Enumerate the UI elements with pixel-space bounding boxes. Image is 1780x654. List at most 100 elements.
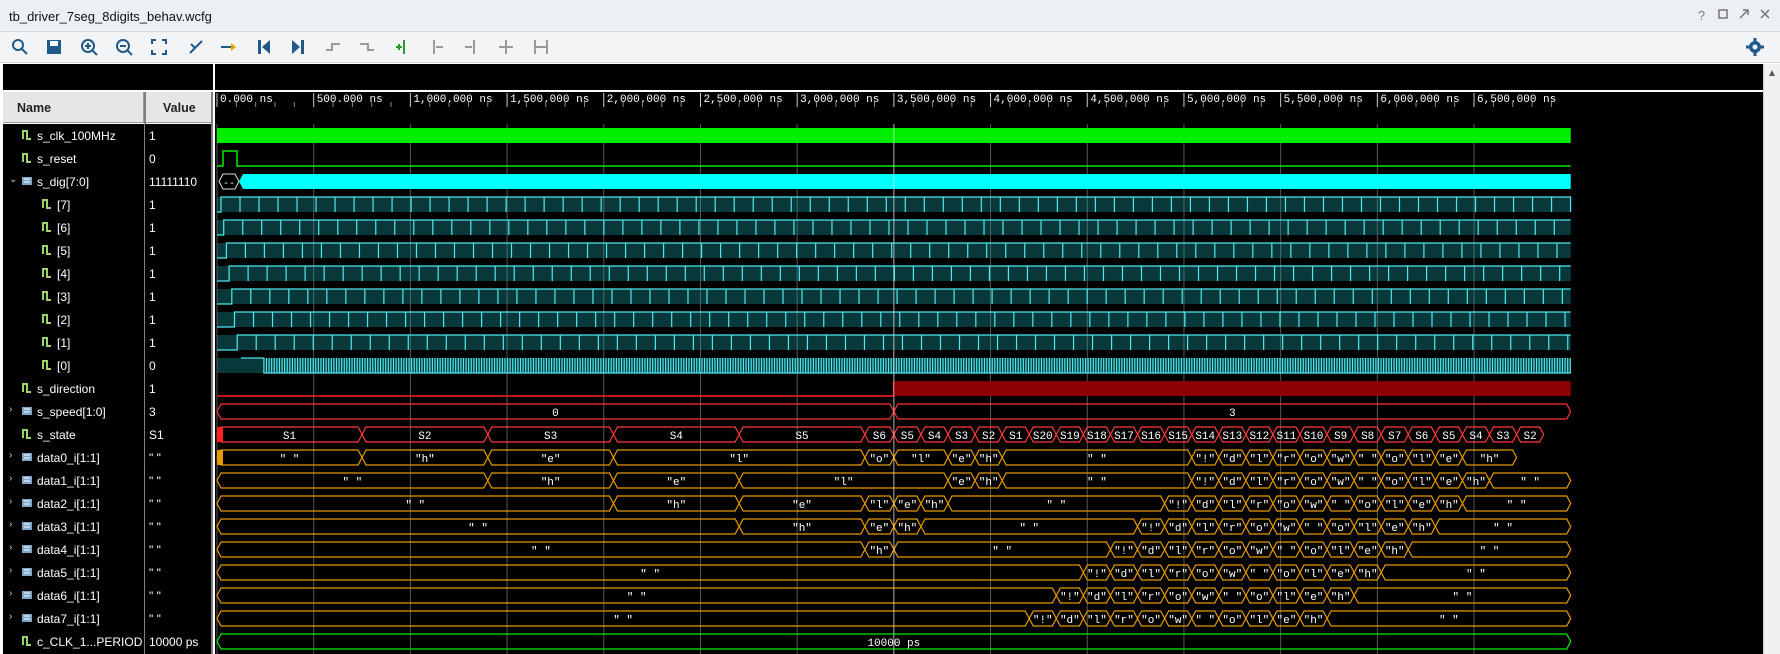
chevron-right-icon[interactable]: › — [9, 542, 12, 553]
signal-row[interactable]: [7] — [3, 193, 144, 216]
signal-row[interactable]: › data0_i[1:1] — [3, 446, 144, 469]
bus-value-label: "e" — [1331, 569, 1351, 581]
zoom-fit-icon[interactable] — [148, 36, 170, 58]
signal-row[interactable]: [2] — [3, 308, 144, 331]
close-icon[interactable] — [1757, 8, 1772, 23]
bus-value-label: "e" — [1277, 615, 1297, 627]
bus-value-label: "h" — [925, 500, 945, 512]
add-marker-icon[interactable] — [391, 36, 413, 58]
signal-row[interactable]: [5] — [3, 239, 144, 262]
column-splitter[interactable] — [211, 92, 213, 654]
chevron-right-icon[interactable]: › — [9, 450, 12, 461]
save-icon[interactable] — [43, 36, 65, 58]
chevron-right-icon[interactable]: › — [9, 611, 12, 622]
chevron-down-icon[interactable]: ⌄ — [9, 174, 17, 185]
settings-icon[interactable] — [1744, 36, 1766, 58]
s-state-wave: S1 S2 S3 S4 S5 S6 S5 S4 S3 S2 S1 S20 S19 S18 S17 S16 S15… — [216, 426, 1545, 443]
bus-value-label: "l" — [869, 500, 889, 512]
go-to-start-icon[interactable] — [253, 36, 275, 58]
next-transition-icon[interactable] — [356, 36, 378, 58]
bus-icon — [21, 474, 33, 486]
bus-value-label: "o" — [1249, 523, 1269, 535]
go-to-end-icon[interactable] — [287, 36, 309, 58]
bus-icon — [21, 497, 33, 509]
signal-icon — [41, 359, 53, 371]
signal-row[interactable]: › data5_i[1:1] — [3, 561, 144, 584]
bus-value-label: S2 — [982, 431, 995, 443]
bus-value-label: S9 — [1334, 431, 1347, 443]
vertical-scrollbar[interactable]: ▲ — [1763, 64, 1780, 654]
ruler-label: 1,000.000 ns — [413, 94, 492, 106]
signal-value-text: 0 — [149, 152, 156, 166]
bus-value-label: "l" — [1114, 592, 1134, 604]
bus-value-label: "e" — [1358, 546, 1378, 558]
chevron-right-icon[interactable]: › — [9, 565, 12, 576]
signal-row[interactable]: [3] — [3, 285, 144, 308]
bus-value-label: S5 — [795, 431, 808, 443]
signal-row[interactable]: › data3_i[1:1] — [3, 515, 144, 538]
signal-row[interactable]: › data6_i[1:1] — [3, 584, 144, 607]
signal-row[interactable]: [0] — [3, 354, 144, 377]
zoom-in-icon[interactable] — [78, 36, 100, 58]
svg-text:--: -- — [223, 179, 235, 190]
swap-cursors-icon[interactable] — [495, 36, 517, 58]
bus-value-label: "h" — [1304, 615, 1324, 627]
bus-value-label: "d" — [1114, 569, 1134, 581]
next-marker-icon[interactable] — [460, 36, 482, 58]
chevron-right-icon[interactable]: › — [9, 496, 12, 507]
cursor-icon[interactable] — [185, 36, 207, 58]
signal-value: 1 — [149, 216, 209, 239]
signal-value-text: 1 — [149, 244, 156, 258]
restore-icon[interactable] — [1715, 8, 1730, 23]
chevron-right-icon[interactable]: › — [9, 588, 12, 599]
bus-value-label: S15 — [1168, 431, 1188, 443]
time-ruler[interactable]: 0.000 ns 500.000 ns 1,000.000 ns 1,500.000 … — [215, 92, 1763, 124]
waveform-canvas[interactable]: 0.000 ns 500.000 ns 1,000.000 ns 1,500.000 … — [215, 92, 1763, 654]
zoom-out-icon[interactable] — [113, 36, 135, 58]
bus-value-label: "e" — [792, 500, 812, 512]
value-column-header[interactable]: Value — [145, 92, 211, 123]
signal-row[interactable]: › data7_i[1:1] — [3, 607, 144, 630]
bus-value-label: "w" — [1195, 592, 1215, 604]
signal-value: 1 — [149, 124, 209, 147]
previous-marker-icon[interactable] — [426, 36, 448, 58]
bus-icon — [21, 175, 33, 187]
bus-value-label: " " — [1507, 500, 1527, 512]
signal-row[interactable]: › data1_i[1:1] — [3, 469, 144, 492]
bus-value-label: " " — [280, 454, 300, 466]
signal-row[interactable]: › s_speed[1:0] — [3, 400, 144, 423]
previous-transition-icon[interactable] — [322, 36, 344, 58]
bus-value-label: "l" — [1331, 546, 1351, 558]
chevron-right-icon[interactable]: › — [9, 519, 12, 530]
chevron-right-icon[interactable]: › — [9, 404, 12, 415]
signal-row[interactable]: › data4_i[1:1] — [3, 538, 144, 561]
signal-value-text: 11111110 — [149, 175, 198, 189]
snap-icon[interactable] — [530, 36, 552, 58]
signal-row[interactable]: [4] — [3, 262, 144, 285]
help-icon[interactable]: ? — [1694, 8, 1709, 23]
chevron-right-icon[interactable]: › — [9, 473, 12, 484]
signal-row[interactable]: c_CLK_1...PERIOD — [3, 630, 144, 653]
bus-value-label: "o" — [1249, 592, 1269, 604]
goto-cursor-icon[interactable] — [218, 36, 240, 58]
name-column-header[interactable]: Name — [3, 92, 144, 123]
signal-value-text: " " — [149, 543, 161, 557]
signal-row[interactable]: s_state — [3, 423, 144, 446]
signal-value: S1 — [149, 423, 209, 446]
signal-row[interactable]: s_reset — [3, 147, 144, 170]
signal-row[interactable]: s_direction — [3, 377, 144, 400]
signal-row[interactable]: s_clk_100MHz — [3, 124, 144, 147]
signal-row[interactable]: › data2_i[1:1] — [3, 492, 144, 515]
signal-row[interactable]: ⌄ s_dig[7:0] — [3, 170, 144, 193]
signal-value-text: 1 — [149, 129, 156, 143]
search-icon[interactable] — [9, 36, 31, 58]
bus-value-label: "r" — [1277, 477, 1297, 489]
signal-row[interactable]: [1] — [3, 331, 144, 354]
signal-row[interactable]: [6] — [3, 216, 144, 239]
data-wave: " " "h" "e" "l" "o" "l" "e" "h" " " "!" "d" "l" "r" "… — [216, 449, 1518, 466]
signal-value: " " — [149, 561, 209, 584]
maximize-icon[interactable] — [1736, 8, 1751, 23]
bus-value-label: "l" — [1249, 615, 1269, 627]
bus-value-label: "!" — [1195, 454, 1215, 466]
bus-value-label: " " — [613, 615, 633, 627]
